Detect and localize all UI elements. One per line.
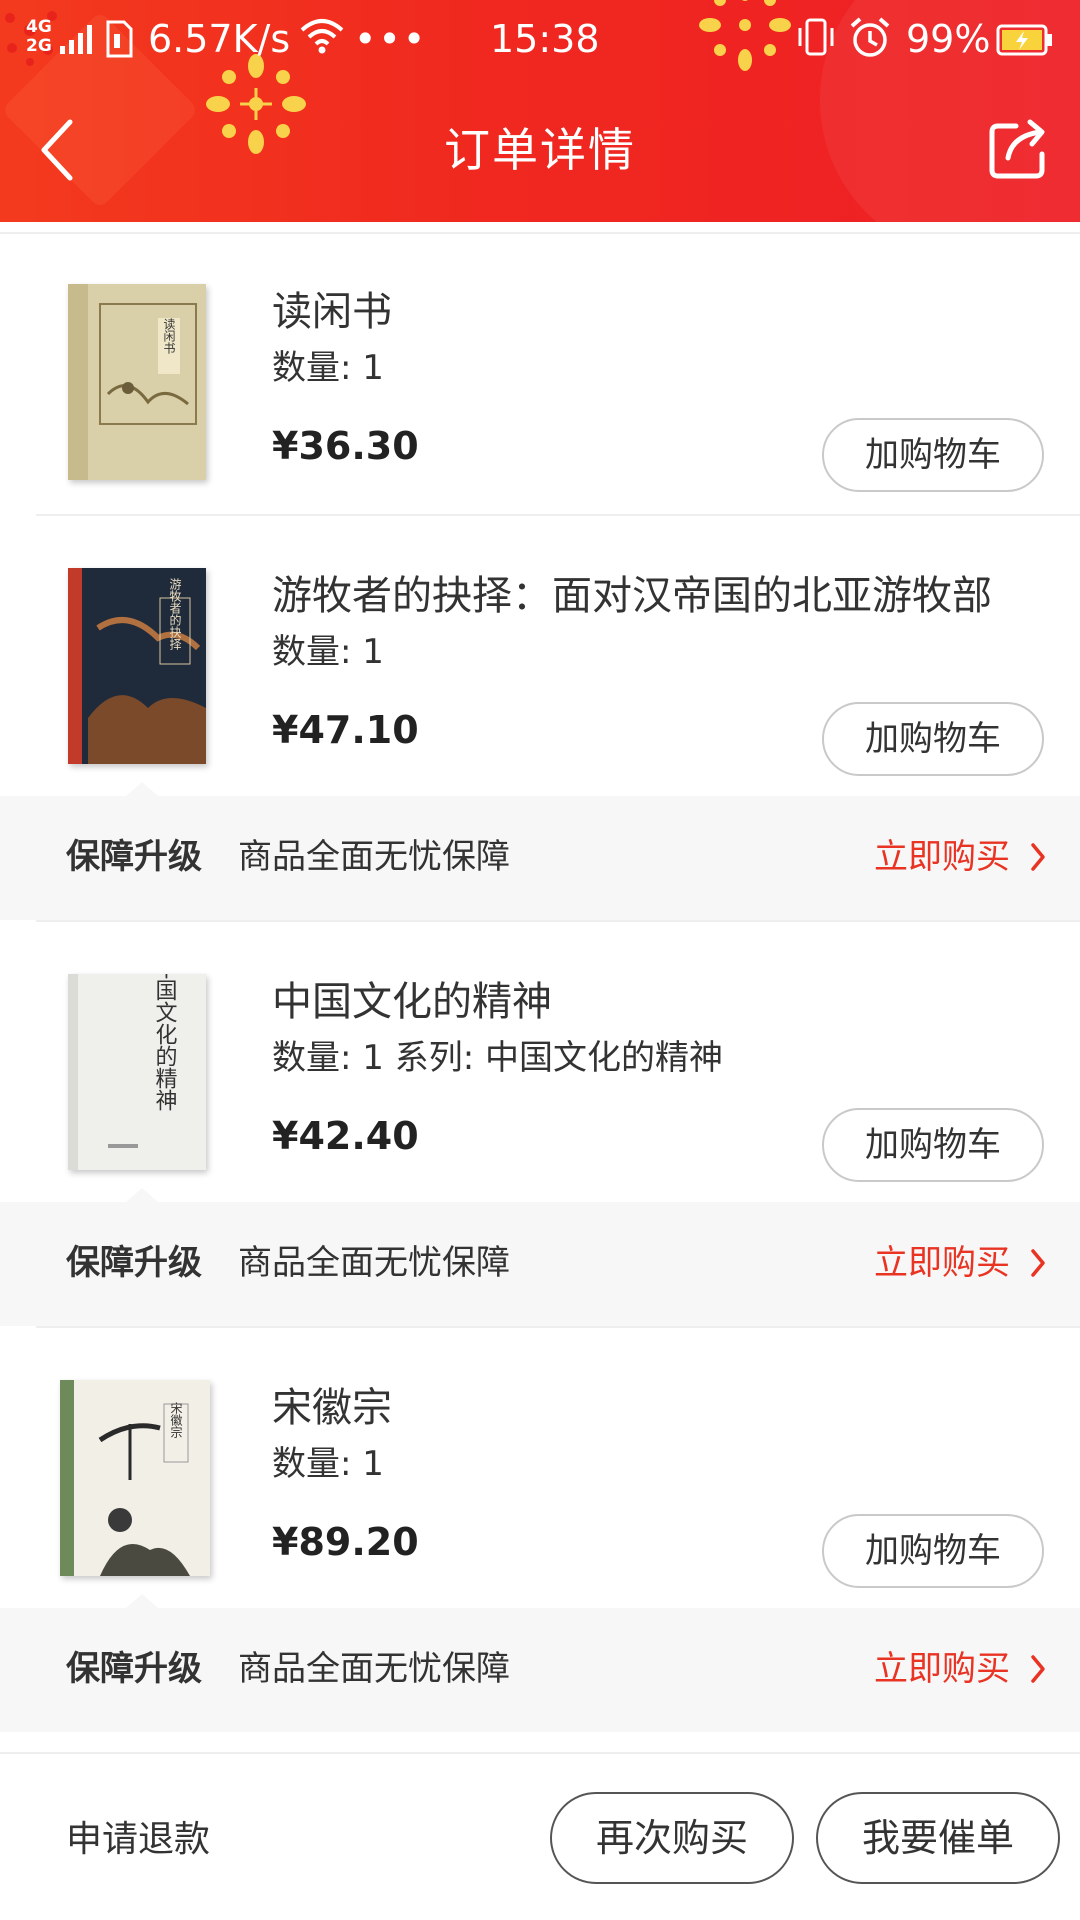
book-cover-image[interactable]: 读闲书 [68, 284, 206, 480]
book-cover-title: 宋徽宗 [169, 1401, 183, 1438]
item-title[interactable]: 读闲书 [272, 284, 392, 340]
navigation-bar: 订单详情 [0, 100, 1080, 200]
divider [36, 514, 1080, 516]
sim-icon [104, 20, 134, 67]
item-price: ¥47.10 [272, 708, 419, 752]
guarantee-description: 商品全面无忧保障 [238, 837, 510, 877]
guarantee-label: 保障升级 [66, 837, 202, 877]
add-to-cart-button[interactable]: 加购物车 [822, 418, 1044, 492]
battery-percentage: 99% [906, 17, 991, 61]
book-cover-image[interactable]: 游牧者的抉择 [68, 568, 206, 764]
pointer-arrow [126, 1188, 158, 1202]
order-item: 读闲书 读闲书 数量: 1 ¥36.30 加购物车 [0, 242, 1080, 526]
book-cover-image[interactable]: 宋徽宗 [60, 1380, 210, 1576]
header: 4G 2G 6.57K/s ••• 15:38 99% 订单详情 [0, 0, 1080, 222]
pointer-arrow [126, 1594, 158, 1608]
bottom-action-bar: 申请退款 再次购买 我要催单 [0, 1752, 1080, 1920]
buy-now-link[interactable]: 立即购买 [874, 1646, 1010, 1692]
add-to-cart-button[interactable]: 加购物车 [822, 1108, 1044, 1182]
pointer-arrow [126, 782, 158, 796]
battery-charging-icon [996, 22, 1054, 66]
divider [36, 920, 1080, 922]
item-title[interactable]: 中国文化的精神 [272, 974, 552, 1030]
buy-now-link[interactable]: 立即购买 [874, 834, 1010, 880]
item-title[interactable]: 宋徽宗 [272, 1380, 392, 1436]
buy-now-link[interactable]: 立即购买 [874, 1240, 1010, 1286]
alarm-icon [848, 16, 892, 69]
wifi-icon [300, 16, 344, 65]
order-item: 中国文化的精神 中国文化的精神 数量: 1 系列: 中国文化的精神 ¥42.40… [0, 932, 1080, 1216]
chevron-right-icon [1031, 1249, 1045, 1277]
status-bar: 4G 2G 6.57K/s ••• 15:38 99% [0, 0, 1080, 78]
more-notifications: ••• [354, 17, 428, 61]
signal-icon [58, 20, 98, 65]
book-cover-title: 中国文化的精神 [152, 974, 178, 1111]
guarantee-description: 商品全面无忧保障 [238, 1649, 510, 1689]
guarantee-upgrade-row[interactable]: 保障升级 商品全面无忧保障 立即购买 [0, 1188, 1080, 1326]
request-refund-button[interactable]: 申请退款 [66, 1816, 210, 1864]
item-quantity: 数量: 1 [272, 348, 384, 388]
divider [0, 232, 1080, 234]
chevron-right-icon [1031, 1655, 1045, 1683]
order-item: 宋徽宗 宋徽宗 数量: 1 ¥89.20 加购物车 [0, 1338, 1080, 1622]
chevron-right-icon [1031, 843, 1045, 871]
item-quantity: 数量: 1 系列: 中国文化的精神 [272, 1038, 723, 1078]
share-icon [989, 119, 1045, 179]
add-to-cart-button[interactable]: 加购物车 [822, 702, 1044, 776]
vibrate-icon [794, 16, 838, 69]
item-quantity: 数量: 1 [272, 1444, 384, 1484]
urge-shipping-button[interactable]: 我要催单 [816, 1792, 1060, 1884]
item-price: ¥89.20 [272, 1520, 419, 1564]
guarantee-description: 商品全面无忧保障 [238, 1243, 510, 1283]
buy-again-button[interactable]: 再次购买 [550, 1792, 794, 1884]
item-title[interactable]: 游牧者的抉择：面对汉帝国的北亚游牧部 [272, 568, 992, 624]
add-to-cart-button[interactable]: 加购物车 [822, 1514, 1044, 1588]
item-quantity: 数量: 1 [272, 632, 384, 672]
network-speed: 6.57K/s [148, 17, 291, 61]
share-button[interactable] [986, 116, 1052, 182]
order-item: 游牧者的抉择 游牧者的抉择：面对汉帝国的北亚游牧部 数量: 1 ¥47.10 加… [0, 526, 1080, 810]
guarantee-label: 保障升级 [66, 1243, 202, 1283]
guarantee-label: 保障升级 [66, 1649, 202, 1689]
book-cover-title: 读闲书 [162, 318, 176, 355]
clock: 15:38 [490, 17, 600, 61]
divider [36, 1326, 1080, 1328]
page-title: 订单详情 [444, 123, 636, 177]
book-cover-title: 游牧者的抉择 [168, 578, 182, 650]
item-price: ¥42.40 [272, 1114, 419, 1158]
guarantee-upgrade-row[interactable]: 保障升级 商品全面无忧保障 立即购买 [0, 782, 1080, 920]
item-price: ¥36.30 [272, 424, 419, 468]
guarantee-upgrade-row[interactable]: 保障升级 商品全面无忧保障 立即购买 [0, 1594, 1080, 1732]
book-cover-image[interactable]: 中国文化的精神 [68, 974, 206, 1170]
